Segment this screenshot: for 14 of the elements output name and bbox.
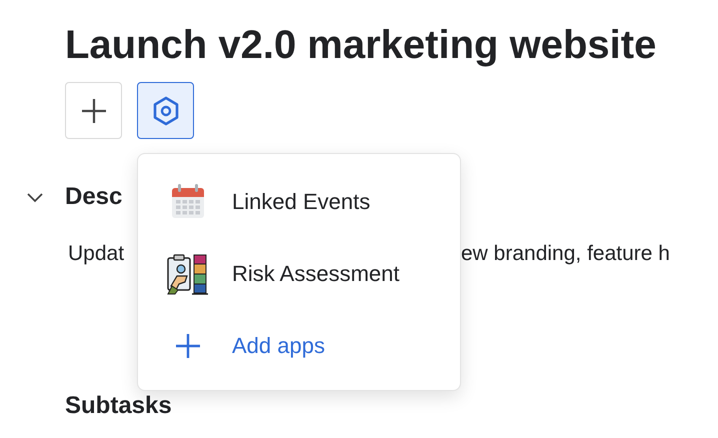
page-title: Launch v2.0 marketing website (65, 22, 658, 69)
section-heading: Desc (65, 182, 122, 212)
menu-item[interactable]: Add apps (166, 322, 325, 370)
description-text: ew branding, feature h (461, 241, 670, 267)
description-text: Updat (68, 241, 124, 267)
subtasks-heading: Subtasks (65, 391, 173, 421)
menu-item[interactable]: Linked Events (166, 178, 370, 226)
menu-item[interactable]: Risk Assessment (166, 250, 400, 298)
hexagon-icon (152, 96, 180, 126)
plus-icon (174, 332, 202, 360)
apps-button[interactable] (137, 82, 194, 139)
clipboard-blocks-icon (166, 252, 210, 296)
plus-icon (80, 98, 106, 124)
add-button[interactable] (65, 82, 122, 139)
